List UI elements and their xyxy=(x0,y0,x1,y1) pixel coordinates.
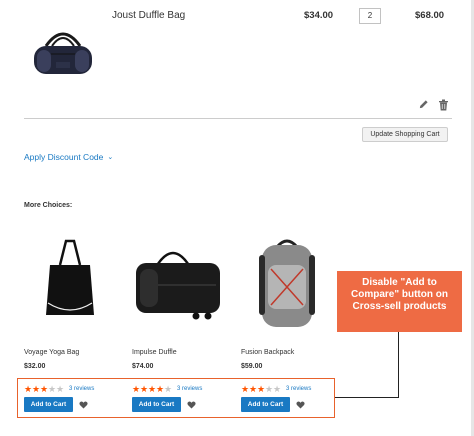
apply-discount-toggle[interactable]: Apply Discount Code ⌄ xyxy=(24,152,113,162)
unit-price: $34.00 xyxy=(304,10,334,21)
crosssell-product-card: Voyage Yoga Bag $32.00 ★ ★ ★ ★ ★ 3 reviews A… xyxy=(20,225,120,412)
quantity-input[interactable]: 2 xyxy=(359,8,381,24)
callout-line: Cross-sell products xyxy=(352,301,447,312)
product-name[interactable]: Fusion Backpack xyxy=(241,349,294,356)
update-shopping-cart-button[interactable]: Update Shopping Cart xyxy=(362,127,448,142)
chevron-down-icon: ⌄ xyxy=(107,154,114,161)
cart-product-name[interactable]: Joust Duffle Bag xyxy=(112,10,185,21)
crosssell-product-card: Fusion Backpack $59.00 ★ ★ ★ ★ ★ 3 reviews A… xyxy=(237,225,337,412)
row-subtotal: $68.00 xyxy=(415,10,445,21)
trash-icon[interactable] xyxy=(438,99,449,111)
callout-line: Disable "Add to xyxy=(362,277,437,288)
divider xyxy=(24,118,452,119)
voyage-yoga-bag-image[interactable] xyxy=(20,225,120,335)
product-price: $32.00 xyxy=(24,363,46,370)
product-name[interactable]: Impulse Duffle xyxy=(132,349,177,356)
pencil-icon[interactable] xyxy=(418,99,429,110)
crosssell-product-card: Impulse Duffle $74.00 ★ ★ ★ ★ ★ 3 reviews Ad… xyxy=(128,225,228,412)
annotation-callout: Disable "Add to Compare" button on Cross… xyxy=(337,271,462,332)
highlight-box xyxy=(17,378,335,418)
impulse-duffle-image[interactable] xyxy=(128,225,228,335)
joust-duffle-bag-image[interactable] xyxy=(28,18,98,88)
connector-line xyxy=(398,331,399,398)
apply-discount-label: Apply Discount Code xyxy=(24,152,104,162)
more-choices-heading: More Choices: xyxy=(24,202,73,209)
cart-item-row: Joust Duffle Bag $34.00 2 $68.00 xyxy=(0,0,474,118)
product-price: $74.00 xyxy=(132,363,154,370)
product-name[interactable]: Voyage Yoga Bag xyxy=(24,349,79,356)
connector-line xyxy=(335,397,399,398)
fusion-backpack-image[interactable] xyxy=(237,225,337,335)
product-price: $59.00 xyxy=(241,363,263,370)
callout-line: Compare" button on xyxy=(351,289,448,300)
